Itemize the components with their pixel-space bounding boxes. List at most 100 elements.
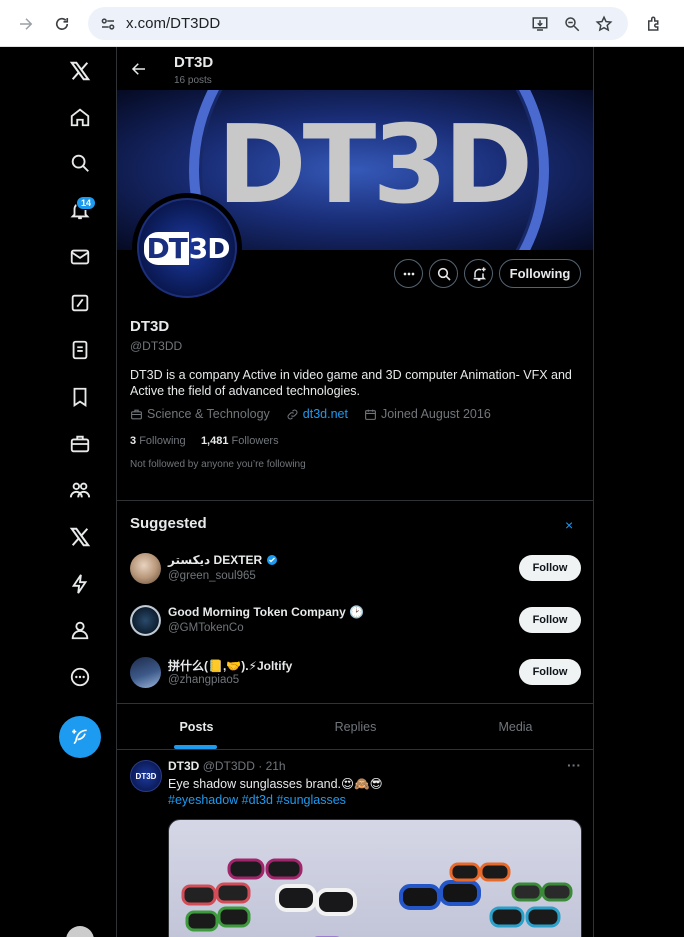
sunglasses-pair xyxy=(181,882,251,906)
sunglasses-render xyxy=(181,858,573,937)
back-arrow-icon[interactable] xyxy=(129,59,149,79)
tweet-text: Eye shadow sunglasses brand.😍🙈😎 xyxy=(168,777,383,791)
avatar-logo: DT3D xyxy=(137,198,237,298)
url-text[interactable]: x.com/DT3DD xyxy=(126,15,220,32)
profile-category: Science & Technology xyxy=(147,407,270,421)
search-profile-button[interactable] xyxy=(429,259,458,288)
verified-orgs-lightning-icon[interactable] xyxy=(66,570,94,598)
link-icon xyxy=(287,409,298,419)
follow-button[interactable]: Follow xyxy=(519,659,581,685)
suggested-user-row[interactable]: Good Morning Token Company 🕑 @GMTokenCo … xyxy=(117,605,593,657)
zoom-icon[interactable] xyxy=(562,14,582,34)
briefcase-icon xyxy=(131,409,142,419)
search-icon xyxy=(437,267,451,281)
profile-name: DT3D xyxy=(130,318,170,335)
notify-bell-button[interactable] xyxy=(464,259,493,288)
calendar-icon xyxy=(365,409,376,420)
tweet-author-avatar[interactable]: DT3D xyxy=(130,760,162,792)
reload-icon[interactable] xyxy=(50,12,74,36)
section-divider xyxy=(117,703,593,704)
x-logo-icon[interactable] xyxy=(66,57,94,85)
suggested-name: دیکستر DEXTER xyxy=(168,553,278,567)
feather-plus-icon xyxy=(72,729,87,745)
following-stat[interactable]: 3 Following xyxy=(130,435,186,447)
tweet-author-handle[interactable]: @DT3DD xyxy=(203,759,255,773)
suggested-handle: @zhangpiao5 xyxy=(168,674,240,686)
profile-meta: Science & Technology dt3d.net Joined Aug… xyxy=(130,407,491,421)
suggested-handle: @green_soul965 xyxy=(168,570,256,582)
ellipsis-icon xyxy=(403,272,414,275)
header-profile-name: DT3D xyxy=(174,54,214,71)
premium-x-icon[interactable] xyxy=(66,523,94,551)
section-divider xyxy=(117,500,593,501)
bookmarks-icon[interactable] xyxy=(66,383,94,411)
profile-joined-date: Joined August 2016 xyxy=(380,407,491,421)
suggested-handle: @GMTokenCo xyxy=(168,622,244,634)
tweet-more-icon[interactable]: ··· xyxy=(567,757,581,773)
profile-tabs: Posts Replies Media xyxy=(117,705,593,749)
tab-media[interactable]: Media xyxy=(436,705,593,749)
tweet-author-name[interactable]: DT3D xyxy=(168,759,199,773)
follow-button[interactable]: Follow xyxy=(519,607,581,633)
tweet-time[interactable]: 21h xyxy=(266,759,286,773)
suggested-avatar[interactable] xyxy=(130,657,161,688)
tweet-hashtags[interactable]: #eyeshadow #dt3d #sunglasses xyxy=(168,793,346,807)
suggested-user-row[interactable]: 拼什么(📒,🤝).⚡Joltify @zhangpiao5 Follow xyxy=(117,657,593,709)
section-divider xyxy=(117,749,593,750)
compose-post-button[interactable] xyxy=(59,716,101,758)
sunglasses-pair xyxy=(399,880,481,910)
profile-handle: @DT3DD xyxy=(130,339,183,353)
profile-website-link[interactable]: dt3d.net xyxy=(303,407,348,421)
sunglasses-pair xyxy=(227,858,303,880)
left-sidebar: 14 xyxy=(0,47,116,937)
following-button[interactable]: Following xyxy=(499,259,581,288)
forward-arrow-icon[interactable] xyxy=(14,12,38,36)
communities-icon[interactable] xyxy=(66,476,94,504)
suggested-user-row[interactable]: دیکستر DEXTER @green_soul965 Follow xyxy=(117,553,593,605)
not-followed-note: Not followed by anyone you’re following xyxy=(130,459,306,470)
sunglasses-pair xyxy=(185,906,251,932)
follow-stats: 3 Following 1,481 Followers xyxy=(130,435,279,447)
follow-button[interactable]: Follow xyxy=(519,555,581,581)
avatar-logo-dt: DT xyxy=(144,231,189,265)
sunglasses-pair xyxy=(449,862,511,882)
profile-bio: DT3D is a company Active in video game a… xyxy=(130,368,572,398)
avatar-logo-3d: 3D xyxy=(188,231,231,265)
grok-icon[interactable] xyxy=(66,289,94,317)
more-actions-button[interactable] xyxy=(394,259,423,288)
profile-icon[interactable] xyxy=(66,616,94,644)
browser-toolbar: x.com/DT3DD xyxy=(0,0,684,47)
header-posts-count: 16 posts xyxy=(174,75,212,86)
tab-replies[interactable]: Replies xyxy=(276,705,435,749)
lists-icon[interactable] xyxy=(66,336,94,364)
verified-badge-icon xyxy=(266,555,277,565)
suggested-avatar[interactable] xyxy=(130,605,161,636)
profile-header-bar: DT3D 16 posts xyxy=(117,47,593,90)
install-app-icon[interactable] xyxy=(530,14,550,34)
site-settings-icon[interactable] xyxy=(98,14,118,34)
jobs-briefcase-icon[interactable] xyxy=(66,430,94,458)
banner-logo-text: DT3D xyxy=(217,103,533,228)
bell-plus-icon xyxy=(473,266,486,281)
suggested-title: Suggested xyxy=(130,515,207,532)
search-icon[interactable] xyxy=(66,149,94,177)
followers-stat[interactable]: 1,481 Followers xyxy=(201,435,279,447)
notifications-badge: 14 xyxy=(76,196,97,210)
sunglasses-pair xyxy=(489,906,561,928)
address-bar[interactable]: x.com/DT3DD xyxy=(88,7,628,40)
account-avatar[interactable] xyxy=(66,926,94,937)
tweet-image[interactable] xyxy=(168,819,582,937)
profile-main-column: DT3D 16 posts DT3D DT3D Following DT3D @… xyxy=(116,47,594,937)
tab-posts[interactable]: Posts xyxy=(117,705,276,749)
home-icon[interactable] xyxy=(66,103,94,131)
profile-avatar[interactable]: DT3D xyxy=(132,193,242,303)
suggested-name: 拼什么(📒,🤝).⚡Joltify xyxy=(168,659,293,673)
suggested-avatar[interactable] xyxy=(130,553,161,584)
more-options-icon[interactable] xyxy=(66,663,94,691)
extensions-icon[interactable] xyxy=(642,12,666,36)
messages-envelope-icon[interactable] xyxy=(66,243,94,271)
bookmark-star-icon[interactable] xyxy=(594,14,614,34)
close-suggested-icon[interactable]: × xyxy=(565,517,573,533)
sunglasses-pair xyxy=(275,884,357,916)
suggested-name: Good Morning Token Company 🕑 xyxy=(168,605,365,619)
